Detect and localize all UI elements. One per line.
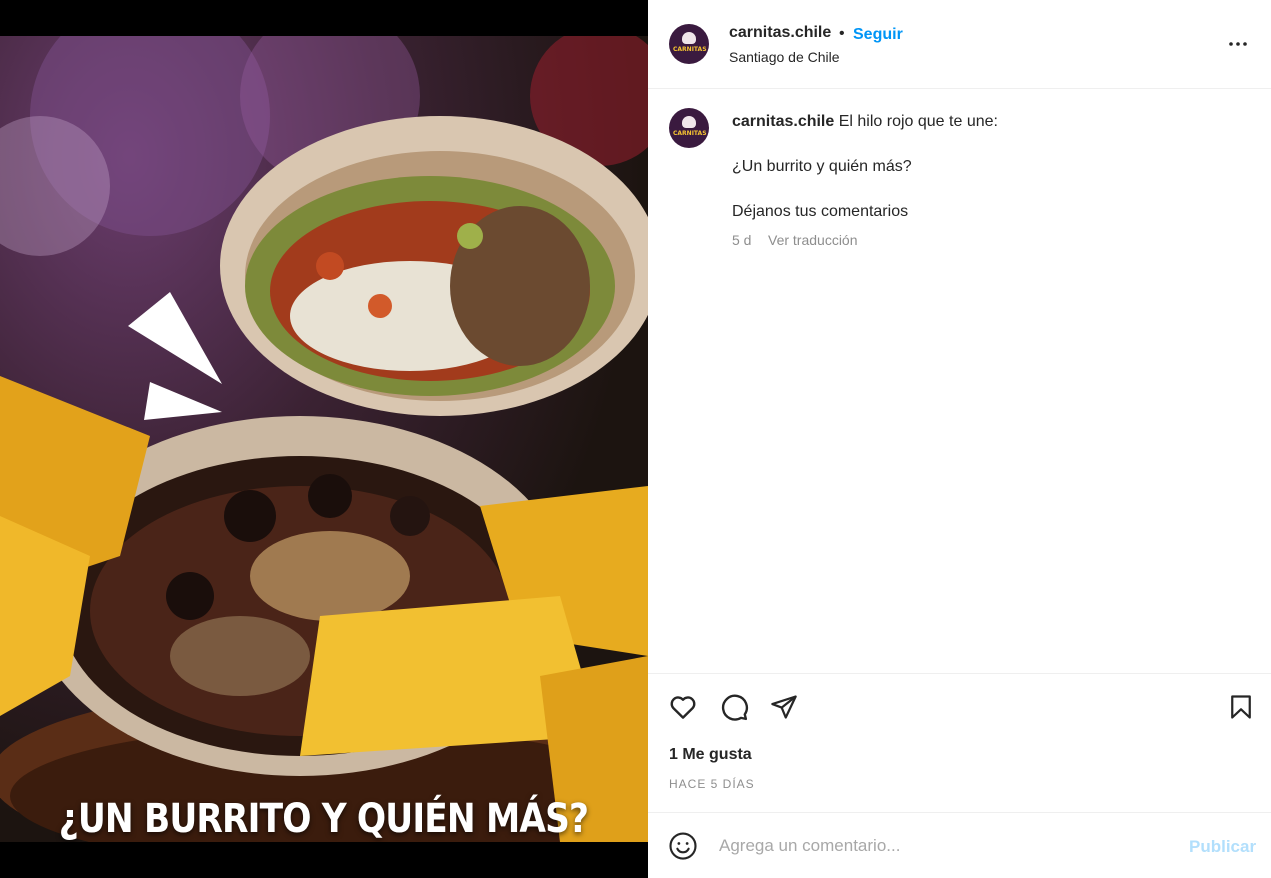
post-overlay-caption: ¿UN BURRITO Y QUIÉN MÁS? (58, 796, 589, 842)
avatar-brand-text: CARNITAS (673, 46, 707, 53)
avatar-brand-text: CARNITAS (673, 130, 707, 137)
comment-bubble-icon[interactable] (718, 691, 750, 723)
avatar[interactable]: CARNITAS (669, 108, 709, 148)
skull-logo-icon (682, 32, 696, 44)
caption-first-line: carnitas.chile El hilo rojo que te une: (732, 113, 998, 131)
burrito-illustration (0, 36, 648, 842)
paper-plane-icon[interactable] (768, 691, 800, 723)
caption-timestamp[interactable]: 5 d (732, 232, 751, 248)
caption-username[interactable]: carnitas.chile (732, 113, 834, 130)
post-photo[interactable]: ¿UN BURRITO Y QUIÉN MÁS? (0, 36, 648, 842)
post-location[interactable]: Santiago de Chile (729, 49, 840, 65)
follow-button[interactable]: Seguir (853, 26, 903, 44)
likes-count[interactable]: 1 Me gusta (669, 746, 752, 764)
post-date[interactable]: HACE 5 DÍAS (669, 777, 755, 791)
comment-bar: Publicar (648, 812, 1271, 878)
bookmark-icon[interactable] (1225, 691, 1257, 723)
caption-text: El hilo rojo que te une: (838, 113, 998, 130)
smiley-icon[interactable] (667, 830, 699, 862)
publish-button[interactable]: Publicar (1189, 837, 1256, 857)
header-username[interactable]: carnitas.chile (729, 24, 831, 42)
separator-dot: • (839, 25, 845, 42)
more-options-icon[interactable] (1226, 32, 1250, 56)
see-translation-link[interactable]: Ver traducción (768, 232, 858, 248)
skull-logo-icon (682, 116, 696, 128)
comment-input[interactable] (719, 834, 1159, 858)
post-actions: 1 Me gusta HACE 5 DÍAS (648, 673, 1271, 812)
post-caption: CARNITAS carnitas.chile El hilo rojo que… (648, 89, 1271, 674)
caption-second-line: ¿Un burrito y quién más? (732, 158, 912, 175)
caption-third-line: Déjanos tus comentarios (732, 203, 909, 220)
post-media: ¿UN BURRITO Y QUIÉN MÁS? (0, 0, 648, 878)
post-header: CARNITAS carnitas.chile • Seguir Santiag… (648, 0, 1271, 89)
avatar[interactable]: CARNITAS (669, 24, 709, 64)
post-details-panel: CARNITAS carnitas.chile • Seguir Santiag… (648, 0, 1271, 878)
heart-icon[interactable] (667, 691, 699, 723)
